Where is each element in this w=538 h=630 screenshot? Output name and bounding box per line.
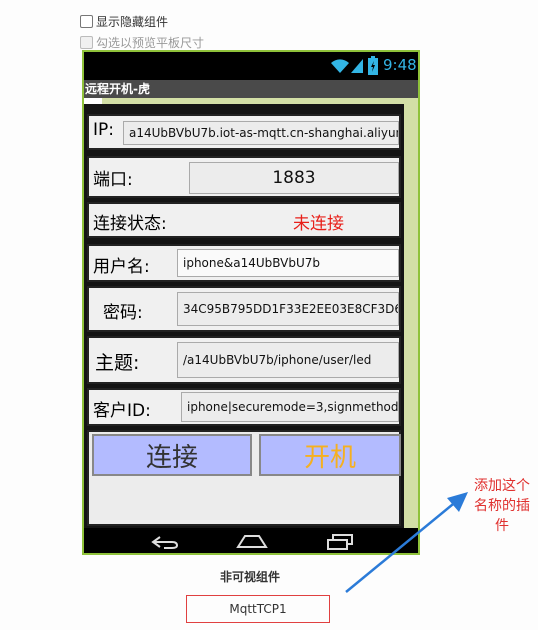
signal-icon: [351, 59, 363, 73]
nonvisible-components-label: 非可视组件: [219, 570, 280, 584]
show-hidden-label: 显示隐藏组件: [96, 15, 169, 29]
password-input[interactable]: 34C95B795DD1F33E2EE03E8CF3D6B8: [177, 292, 399, 326]
status-row: 连接状态: 未连接: [87, 202, 401, 238]
topic-row: 主题: /a14UbBVbU7b/iphone/user/led: [87, 336, 401, 384]
app-title: 远程开机-虎: [85, 82, 150, 96]
connect-button[interactable]: 连接: [92, 434, 252, 476]
annotation-text: 添加这个名称的插件: [474, 478, 530, 534]
phone-preview: 9:48 远程开机-虎 IP: a14UbBVbU7b.iot-as-mqtt.…: [82, 50, 420, 555]
topic-input[interactable]: /a14UbBVbU7b/iphone/user/led: [177, 342, 399, 378]
navigation-bar: [84, 528, 418, 553]
ip-row: IP: a14UbBVbU7b.iot-as-mqtt.cn-shanghai.…: [87, 114, 401, 150]
port-row: 端口: 1883: [87, 156, 401, 198]
clientid-row: 客户ID: iphone|securemode=3,signmethod=h: [87, 388, 401, 426]
status-time: 9:48: [383, 56, 417, 74]
back-icon[interactable]: [150, 535, 180, 549]
status-bar: 9:48: [84, 52, 418, 80]
clientid-label: 客户ID:: [93, 401, 151, 421]
username-row: 用户名: iphone&a14UbBVbU7b: [87, 244, 401, 282]
password-row: 密码: 34C95B795DD1F33E2EE03E8CF3D6B8: [87, 286, 401, 332]
show-hidden-checkbox[interactable]: 显示隐藏组件: [80, 13, 168, 30]
home-icon[interactable]: [236, 534, 268, 549]
battery-icon: [368, 56, 378, 75]
recent-apps-icon[interactable]: [326, 534, 354, 550]
clientid-input[interactable]: iphone|securemode=3,signmethod=h: [181, 392, 399, 422]
ip-input[interactable]: a14UbBVbU7b.iot-as-mqtt.cn-shanghai.aliy…: [123, 121, 399, 145]
status-value: 未连接: [293, 214, 344, 234]
button-row: 连接 开机: [87, 430, 401, 526]
port-label: 端口:: [93, 170, 133, 190]
tablet-preview-checkbox[interactable]: 勾选以预览平板尺寸: [80, 34, 204, 51]
checkbox-box[interactable]: [80, 15, 93, 28]
username-label: 用户名:: [93, 257, 150, 277]
port-input[interactable]: 1883: [189, 162, 399, 194]
checkbox-box[interactable]: [80, 36, 93, 49]
tablet-preview-label: 勾选以预览平板尺寸: [96, 36, 205, 50]
power-on-button[interactable]: 开机: [259, 434, 401, 476]
username-input[interactable]: iphone&a14UbBVbU7b: [177, 249, 399, 277]
wifi-icon: [331, 59, 349, 73]
ip-label: IP:: [93, 120, 114, 140]
topic-label: 主题:: [95, 352, 140, 374]
status-label: 连接状态:: [93, 214, 167, 234]
password-label: 密码:: [103, 303, 143, 323]
app-screen: IP: a14UbBVbU7b.iot-as-mqtt.cn-shanghai.…: [84, 104, 404, 528]
app-title-bar: 远程开机-虎: [84, 80, 418, 98]
mqtt-component[interactable]: MqttTCP1: [186, 595, 330, 623]
